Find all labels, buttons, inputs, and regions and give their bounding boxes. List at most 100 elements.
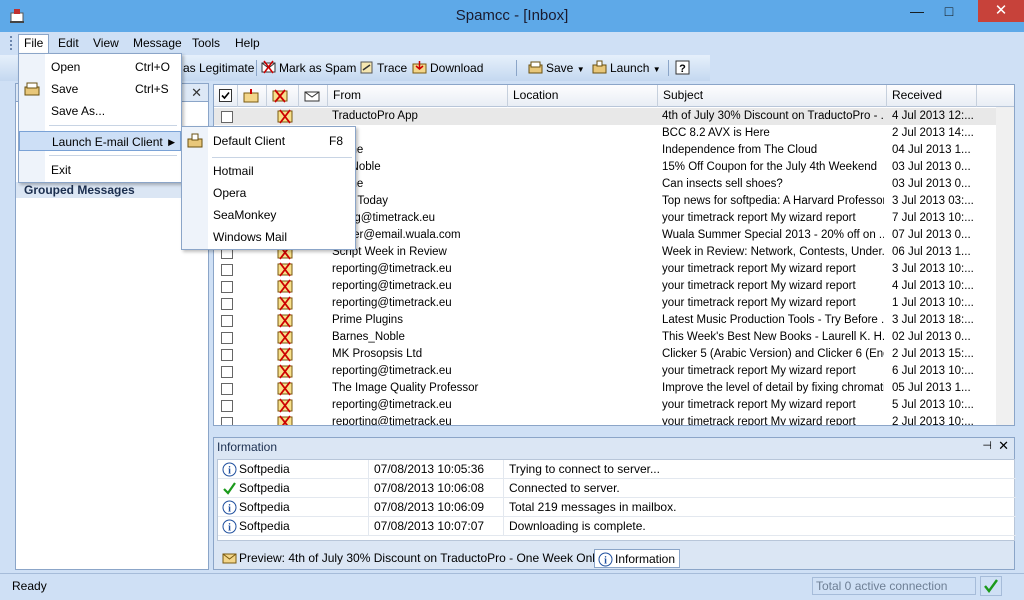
launch-dropdown-icon[interactable]: ▼ [653,65,661,74]
column-location[interactable]: Location [508,85,658,107]
message-received: 6 Jul 2013 10:... [892,365,974,377]
checkmark-icon [984,579,998,593]
file-menu-open[interactable]: Open Ctrl+O [19,57,181,77]
message-from: reporting@timetrack.eu [332,280,452,292]
column-received[interactable]: Received [887,85,977,107]
message-received: 04 Jul 2013 1... [892,144,971,156]
tab-preview[interactable]: Preview: 4th of July 30% Discount on Tra… [219,549,604,568]
message-row[interactable]: reporting@timetrack.eu your timetrack rep… [214,261,1014,278]
svg-text:i: i [604,556,607,567]
svg-text:i: i [228,523,231,534]
column-select-all[interactable] [214,85,238,107]
folder-panel-close-icon[interactable]: ✕ [191,85,202,101]
spam-flag-icon[interactable] [277,109,293,124]
info-icon: i [598,552,613,567]
mark-legitimate-button[interactable]: as Legitimate [183,59,254,77]
launch-button[interactable]: Launch ▼ [592,59,661,77]
message-row[interactable]: The Image Quality Professor Improve the l… [214,380,1014,397]
message-received: 3 Jul 2013 18:... [892,314,974,326]
tab-information[interactable]: i Information [594,549,681,568]
file-menu-exit[interactable]: Exit [19,160,181,180]
message-row[interactable]: TraductoPro App 4th of July 30% Discount … [214,108,1014,125]
spam-flag-icon[interactable] [277,398,293,413]
message-checkbox[interactable] [221,383,233,395]
submenu-opera[interactable]: Opera [182,183,355,203]
menu-edit[interactable]: Edit [53,35,84,52]
submenu-hotmail[interactable]: Hotmail [182,161,355,181]
message-checkbox[interactable] [221,366,233,378]
message-row[interactable]: reporting@timetrack.eu your timetrack rep… [214,363,1014,380]
submenu-default-client[interactable]: Default Client F8 [182,131,355,151]
menu-message[interactable]: Message [128,35,187,52]
information-panel-close-icon[interactable]: ✕ [998,438,1009,454]
message-checkbox[interactable] [221,315,233,327]
message-row[interactable]: reporting@timetrack.eu your timetrack rep… [214,278,1014,295]
log-row[interactable]: Softpedia 07/08/2013 10:06:08 Connected to… [218,479,1016,498]
pin-icon[interactable]: ⊣ [982,439,992,452]
close-button[interactable]: ✕ [978,0,1024,22]
info-tabbar: Preview: 4th of July 30% Discount on Tra… [217,547,1015,569]
spam-flag-icon[interactable] [277,262,293,277]
spam-flag-icon[interactable] [277,279,293,294]
file-menu-launch-email-client[interactable]: Launch E-mail Client ▶ [19,131,181,151]
message-checkbox[interactable] [221,349,233,361]
log-row[interactable]: i Softpedia 07/08/2013 10:07:07 Downloading… [218,517,1016,536]
submenu-windows-mail[interactable]: Windows Mail [182,227,355,247]
column-priority[interactable] [238,85,267,107]
file-menu-save-as[interactable]: Save As... [19,101,181,121]
help-button[interactable]: ? [675,59,693,77]
save-dropdown-icon[interactable]: ▼ [577,65,585,74]
message-row[interactable]: Barnes_Noble This Week's Best New Books -… [214,329,1014,346]
message-checkbox[interactable] [221,332,233,344]
menu-view[interactable]: View [88,35,124,52]
file-menu-open-label: Open [51,60,81,74]
column-subject[interactable]: Subject [658,85,887,107]
submenu-seamonkey-label: SeaMonkey [213,208,277,222]
spam-flag-icon[interactable] [277,347,293,362]
spam-flag-icon[interactable] [277,415,293,426]
message-checkbox[interactable] [221,400,233,412]
message-from: reporting@timetrack.eu [332,399,452,411]
svg-text:i: i [228,504,231,515]
message-checkbox[interactable] [221,264,233,276]
message-row[interactable]: reporting@timetrack.eu your timetrack rep… [214,414,1014,426]
minimize-button[interactable]: — [902,0,932,22]
message-row[interactable]: Prime Plugins Latest Music Production Too… [214,312,1014,329]
log-row[interactable]: i Softpedia 07/08/2013 10:05:36 Trying to c… [218,460,1016,479]
message-checkbox[interactable] [221,417,233,425]
checkbox-checked-icon[interactable] [219,89,232,102]
spam-flag-icon[interactable] [277,364,293,379]
submenu-seamonkey[interactable]: SeaMonkey [182,205,355,225]
message-row[interactable]: reporting@timetrack.eu your timetrack rep… [214,397,1014,414]
menu-file[interactable]: File [18,34,50,54]
column-read[interactable] [299,85,328,107]
spam-flag-icon[interactable] [277,330,293,345]
menu-help[interactable]: Help [230,35,265,52]
column-spam[interactable] [267,85,299,107]
save-button[interactable]: Save ▼ [528,59,585,77]
message-checkbox[interactable] [221,298,233,310]
message-row[interactable]: reporting@timetrack.eu your timetrack rep… [214,295,1014,312]
menu-tools[interactable]: Tools [187,35,225,52]
message-checkbox[interactable] [221,281,233,293]
column-from[interactable]: From [328,85,508,107]
message-row[interactable]: MK Prosopsis Ltd Clicker 5 (Arabic Versio… [214,346,1014,363]
menubar-grip[interactable] [10,36,13,50]
spam-flag-icon[interactable] [277,381,293,396]
log-divider [503,479,504,498]
spam-flag-icon[interactable] [277,313,293,328]
download-button[interactable]: Download [412,59,483,77]
trace-button[interactable]: Trace [359,59,407,77]
message-checkbox[interactable] [221,111,233,123]
file-menu-save[interactable]: Save Ctrl+S [19,79,181,99]
log-row[interactable]: i Softpedia 07/08/2013 10:06:09 Total 219 m… [218,498,1016,517]
mark-as-spam-button[interactable]: Mark as Spam [261,59,356,77]
message-list-scrollbar[interactable] [996,107,1014,425]
maximize-button[interactable]: □ [934,0,964,22]
message-received: 3 Jul 2013 03:... [892,195,974,207]
mark-legitimate-label: as Legitimate [183,61,255,75]
log-divider [368,498,369,517]
spam-flag-icon[interactable] [277,296,293,311]
message-subject: your timetrack report My wizard report [662,297,856,309]
message-from: FX [332,125,508,142]
